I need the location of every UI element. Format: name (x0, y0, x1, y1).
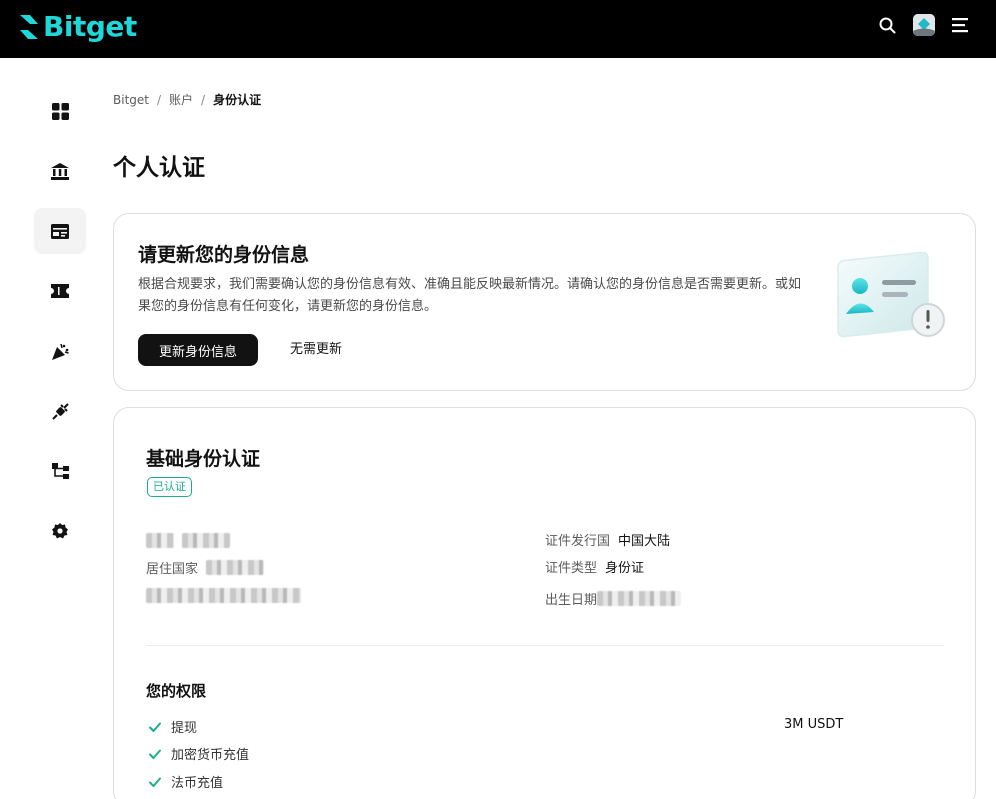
avatar[interactable] (913, 14, 935, 36)
bank-icon (51, 162, 69, 180)
sidebar-item-settings[interactable] (34, 508, 86, 554)
plug-icon (51, 402, 69, 420)
bitget-logo-icon (20, 15, 38, 39)
masked-address-value (146, 588, 301, 603)
permission-item-crypto-deposit: 加密货币充值 (148, 744, 249, 763)
birth-date-label: 出生日期 (545, 593, 598, 608)
brand-name: Bitget (43, 10, 137, 43)
withdraw-limit: 3M USDT (784, 717, 844, 732)
sidebar-item-identity[interactable] (34, 208, 86, 254)
sidebar-item-api[interactable] (34, 388, 86, 434)
id-card-illustration-icon (837, 252, 945, 338)
sidebar-item-assets[interactable] (34, 148, 86, 194)
settings-icon (52, 523, 68, 539)
sidebar-item-events[interactable] (34, 328, 86, 374)
top-bar: Bitget (0, 0, 996, 58)
masked-value (182, 533, 230, 548)
search-icon[interactable] (876, 14, 898, 36)
no-update-button[interactable]: 无需更新 (290, 334, 342, 366)
update-card-description: 根据合规要求，我们需要确认您的身份信息有效、准确且能反映最新情况。请确认您的身份… (138, 277, 802, 314)
hierarchy-icon (51, 463, 69, 479)
masked-label (146, 533, 174, 548)
update-identity-card: 请更新您的身份信息 根据合规要求，我们需要确认您的身份信息有效、准确且能反映最新… (113, 213, 976, 391)
check-icon (149, 722, 161, 732)
masked-birth-date-value (597, 591, 682, 606)
divider (146, 645, 944, 646)
info-row-residence: 居住国家 (146, 558, 265, 577)
check-icon (149, 777, 161, 787)
dashboard-icon (51, 102, 69, 120)
breadcrumb-home[interactable]: Bitget (113, 93, 149, 107)
breadcrumb-separator: / (201, 92, 206, 107)
doc-type-value: 身份证 (605, 561, 645, 576)
permission-item-fiat-deposit: 法币充值 (148, 772, 223, 791)
party-popper-icon (51, 343, 69, 360)
sidebar-item-coupons[interactable] (34, 268, 86, 314)
sidebar (34, 88, 86, 568)
permission-label: 法币充值 (171, 776, 224, 791)
doc-type-label: 证件类型 (545, 561, 598, 576)
update-identity-button[interactable]: 更新身份信息 (138, 334, 258, 366)
ticket-icon (51, 284, 69, 298)
breadcrumb-separator: / (156, 92, 162, 107)
permission-item-withdraw: 提现 (148, 717, 197, 736)
basic-verification-title: 基础身份认证 (146, 448, 261, 470)
page-title: 个人认证 (113, 155, 205, 181)
residence-label: 居住国家 (146, 562, 199, 577)
info-row-birth-date: 出生日期 (545, 589, 682, 608)
breadcrumb-account[interactable]: 账户 (169, 91, 193, 108)
bitget-logo[interactable]: Bitget (17, 10, 137, 44)
menu-icon[interactable] (950, 14, 972, 36)
permission-label: 提现 (171, 721, 198, 736)
info-row-issuer: 证件发行国 中国大陆 (545, 530, 670, 549)
basic-verification-card: 基础身份认证 已认证 居住国家 证件发行国 中国大陆 证件类型 身份证 出生日期… (113, 407, 976, 799)
sidebar-item-dashboard[interactable] (34, 88, 86, 134)
info-row-name (146, 533, 230, 548)
info-row-doc-type: 证件类型 身份证 (545, 557, 644, 576)
issuer-value: 中国大陆 (618, 534, 671, 549)
id-card-icon (51, 223, 69, 239)
permissions-title: 您的权限 (146, 682, 207, 700)
breadcrumb-current: 身份认证 (213, 93, 262, 107)
check-icon (149, 749, 161, 759)
breadcrumb: Bitget / 账户 / 身份认证 (113, 91, 261, 108)
masked-residence-value (206, 560, 265, 575)
issuer-label: 证件发行国 (545, 534, 611, 549)
info-row-address (146, 588, 301, 603)
permission-label: 加密货币充值 (171, 748, 250, 763)
sidebar-item-sub-accounts[interactable] (34, 448, 86, 494)
status-badge: 已认证 (147, 477, 192, 497)
update-card-title: 请更新您的身份信息 (138, 244, 310, 266)
